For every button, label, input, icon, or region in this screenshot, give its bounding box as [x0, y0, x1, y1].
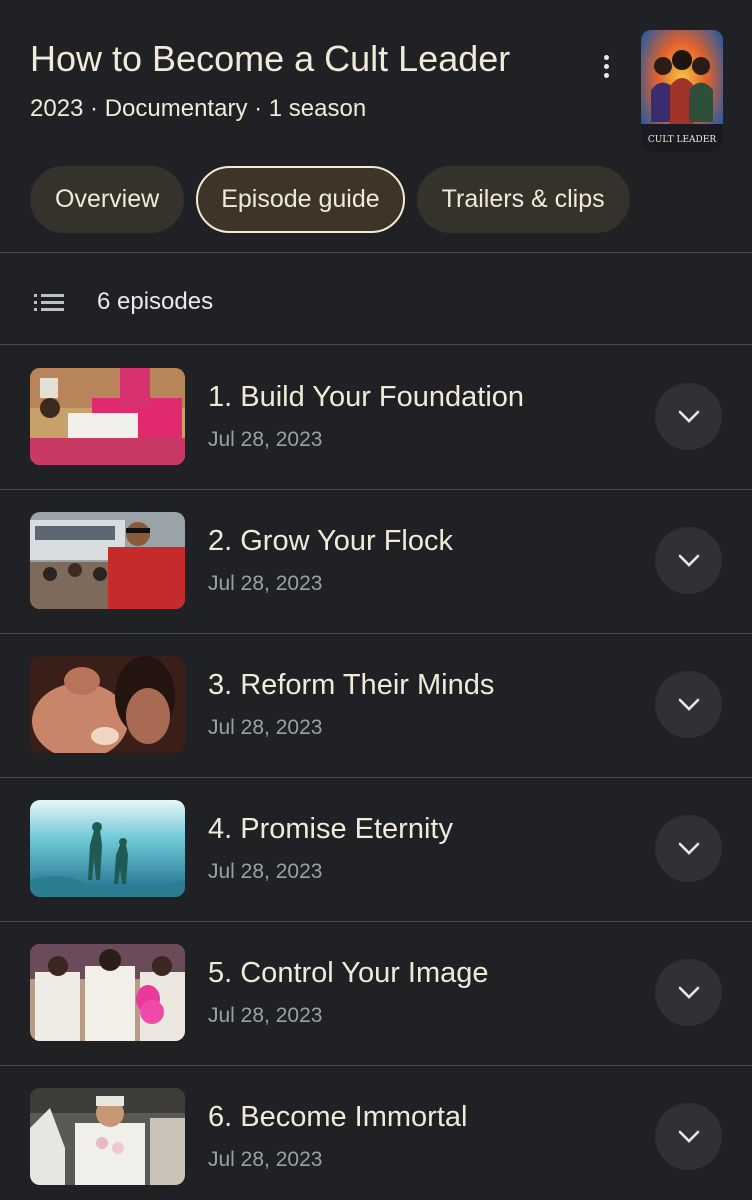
episode-title: 3. Reform Their Minds	[208, 669, 495, 701]
episode-thumbnail[interactable]	[30, 944, 185, 1041]
episode-date: Jul 28, 2023	[208, 1004, 323, 1027]
episode-thumbnail[interactable]	[30, 512, 185, 609]
episode-row[interactable]: 6. Become Immortal Jul 28, 2023	[0, 1065, 752, 1200]
episode-row[interactable]: 2. Grow Your Flock Jul 28, 2023	[0, 489, 752, 633]
chevron-down-icon	[678, 986, 699, 999]
tab-trailers-clips[interactable]: Trailers & clips	[416, 166, 630, 233]
list-icon	[34, 292, 64, 319]
episode-row[interactable]: 5. Control Your Image Jul 28, 2023	[0, 921, 752, 1065]
expand-button[interactable]	[655, 959, 722, 1026]
expand-button[interactable]	[655, 671, 722, 738]
episode-title: 1. Build Your Foundation	[208, 381, 525, 413]
episode-date: Jul 28, 2023	[208, 428, 323, 451]
chevron-down-icon	[678, 554, 699, 567]
episode-date: Jul 28, 2023	[208, 1148, 323, 1171]
episode-title: 4. Promise Eternity	[208, 813, 453, 845]
expand-button[interactable]	[655, 1103, 722, 1170]
show-header: How to Become a Cult Leader 2023 · Docum…	[0, 0, 752, 252]
episode-date: Jul 28, 2023	[208, 572, 323, 595]
episode-count: 6 episodes	[97, 288, 214, 315]
episode-date: Jul 28, 2023	[208, 716, 323, 739]
more-options-icon[interactable]	[588, 48, 624, 84]
episode-thumbnail[interactable]	[30, 1088, 185, 1185]
expand-button[interactable]	[655, 815, 722, 882]
episode-thumbnail[interactable]	[30, 656, 185, 753]
tab-overview[interactable]: Overview	[30, 166, 185, 233]
episode-thumbnail[interactable]	[30, 800, 185, 897]
show-poster[interactable]: CULT LEADER	[641, 30, 723, 152]
episode-title: 6. Become Immortal	[208, 1101, 468, 1133]
episode-title: 5. Control Your Image	[208, 957, 489, 989]
expand-button[interactable]	[655, 383, 722, 450]
tab-bar: Overview Episode guide Trailers & clips	[30, 166, 630, 233]
divider	[0, 252, 752, 253]
chevron-down-icon	[678, 410, 699, 423]
episode-row[interactable]: 1. Build Your Foundation Jul 28, 2023	[0, 345, 752, 489]
chevron-down-icon	[678, 842, 699, 855]
tab-episode-guide[interactable]: Episode guide	[196, 166, 405, 233]
episode-thumbnail[interactable]	[30, 368, 185, 465]
episode-date: Jul 28, 2023	[208, 860, 323, 883]
episode-row[interactable]: 4. Promise Eternity Jul 28, 2023	[0, 777, 752, 921]
poster-text: CULT LEADER	[648, 135, 716, 145]
show-title: How to Become a Cult Leader	[30, 38, 511, 79]
chevron-down-icon	[678, 1130, 699, 1143]
episode-title: 2. Grow Your Flock	[208, 525, 453, 557]
show-meta: 2023 · Documentary · 1 season	[30, 95, 367, 122]
chevron-down-icon	[678, 698, 699, 711]
episode-row[interactable]: 3. Reform Their Minds Jul 28, 2023	[0, 633, 752, 777]
expand-button[interactable]	[655, 527, 722, 594]
